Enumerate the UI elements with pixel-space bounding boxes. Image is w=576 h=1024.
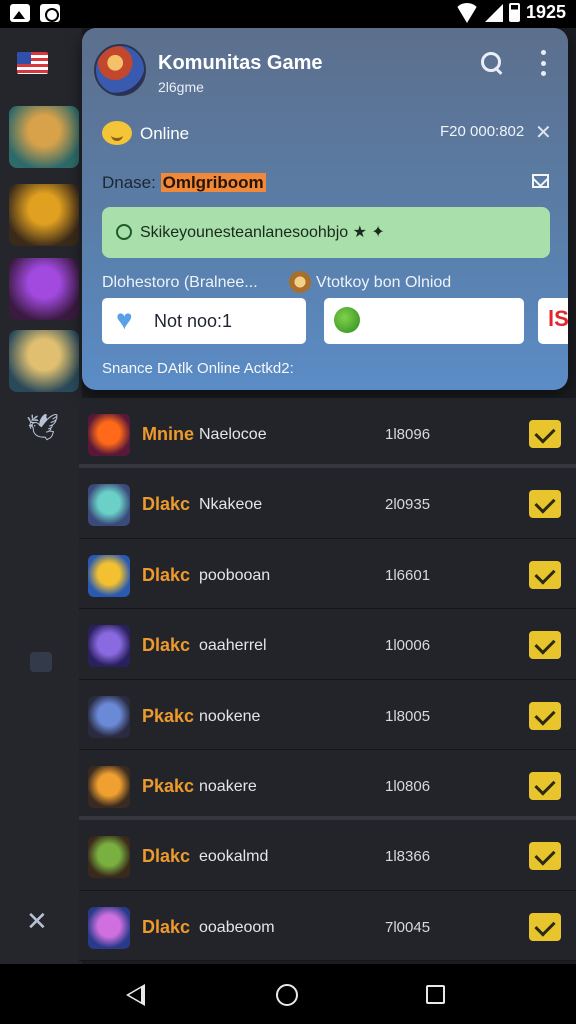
checkbox-checked-icon[interactable] (529, 912, 561, 941)
community-subtitle: 2l6gme (158, 79, 204, 95)
game-thumb (88, 625, 130, 668)
partial-box[interactable]: lS (538, 298, 568, 344)
name-value: Omlgriboom (160, 173, 266, 192)
checkbox-checked-icon[interactable] (529, 490, 561, 519)
home-icon[interactable] (276, 984, 298, 1006)
sidebar-game-thumb[interactable] (9, 184, 79, 246)
checkbox-checked-icon[interactable] (529, 560, 561, 589)
status-box-text: Not noo:1 (154, 311, 233, 331)
checkbox-checked-icon[interactable] (529, 420, 561, 448)
item-value: 1l0006 (385, 637, 431, 655)
item-value: 1l8005 (385, 707, 431, 725)
battery-icon (508, 3, 520, 22)
list-item[interactable]: Mnine Naelocoe 1l8096 (79, 398, 576, 469)
list-item[interactable]: Pkakc nookene 1l8005 (79, 679, 576, 750)
game-notification-icon (40, 4, 60, 22)
cross-icon[interactable]: ✕ (26, 906, 48, 937)
item-subtitle: ooabeoom (199, 918, 275, 936)
game-thumb (88, 906, 130, 949)
list-item[interactable]: Pkakc noakere 1l0806 (79, 749, 576, 821)
list-item[interactable]: Dlakc poobooan 1l6601 (79, 538, 576, 610)
item-subtitle: oaaherrel (199, 637, 267, 655)
more-options-icon[interactable] (538, 50, 548, 76)
item-subtitle: noakere (199, 777, 257, 795)
partial-box-text: lS (548, 306, 568, 331)
item-value: 1l8096 (385, 426, 431, 443)
checkbox-checked-icon[interactable] (529, 631, 561, 660)
bird-icon[interactable]: 🕊 (26, 412, 59, 443)
sidebar-square-icon[interactable] (30, 652, 52, 672)
status-time: 1925 (525, 2, 566, 22)
image-notification-icon (10, 4, 30, 22)
online-label: Online (140, 124, 190, 143)
community-title: Komunitas Game (158, 52, 323, 74)
wifi-icon (454, 2, 479, 23)
item-title: Dlakc (142, 494, 191, 515)
smiley-icon (102, 121, 132, 145)
recent-apps-icon[interactable] (426, 985, 445, 1004)
item-title: Pkakc (142, 775, 195, 796)
heart-icon (116, 304, 144, 336)
item-title: Pkakc (142, 705, 195, 726)
item-subtitle: Naelocoe (199, 426, 267, 443)
close-icon[interactable]: ✕ (535, 120, 552, 145)
item-title: Dlakc (142, 564, 191, 585)
back-icon[interactable] (126, 984, 145, 1006)
sidebar-game-thumb[interactable] (9, 106, 79, 168)
signal-icon (484, 3, 503, 22)
navigation-bar (0, 964, 576, 1024)
item-subtitle: Nkakeoe (199, 496, 263, 514)
cookie-icon (289, 271, 311, 293)
item-subtitle: eookalmd (199, 848, 269, 866)
mail-icon[interactable] (532, 174, 549, 188)
item-value: 1l6601 (385, 566, 431, 584)
game-box[interactable] (324, 298, 524, 344)
item-value: 1l8366 (385, 848, 431, 866)
checkbox-checked-icon[interactable] (529, 701, 561, 730)
game-thumb (88, 554, 130, 597)
item-value: 7l0045 (385, 918, 431, 936)
status-bar: 1925 (0, 0, 576, 28)
game-thumb (88, 695, 130, 738)
list-item[interactable]: Dlakc oaaherrel 1l0006 (79, 609, 576, 680)
list-item[interactable]: Dlakc eookalmd 1l8366 (79, 820, 576, 891)
name-label: Dnase: (102, 173, 156, 192)
item-title: Mnine (142, 424, 194, 444)
sidebar-game-thumb[interactable] (9, 330, 79, 392)
item-title: Dlakc (142, 846, 191, 867)
banner-text: Skikeyounesteanlanesoohbjo ★ ✦ (140, 224, 385, 241)
left-sidebar: 🕊 ✕ (0, 28, 82, 964)
item-value: 1l0806 (385, 777, 431, 795)
status-box[interactable]: Not noo:1 (102, 298, 306, 344)
card-footer-text: Snance DAtlk Online Actkd2: (102, 360, 294, 377)
section-right-label: Vtotkoy bon Olniod (316, 274, 452, 291)
item-title: Dlakc (142, 916, 191, 937)
green-ball-icon (334, 307, 360, 333)
item-subtitle: poobooan (199, 566, 271, 584)
game-thumb (88, 484, 130, 527)
notice-banner[interactable]: Skikeyounesteanlanesoohbjo ★ ✦ (102, 207, 550, 258)
community-avatar[interactable] (94, 44, 146, 96)
item-subtitle: nookene (199, 707, 261, 725)
stat-code: F20 000:802 (440, 123, 525, 140)
community-card: Komunitas Game 2l6gme Online F20 000:802… (82, 28, 568, 390)
list-item[interactable]: Dlakc ooabeoom 7l0045 (79, 890, 576, 962)
checkbox-checked-icon[interactable] (529, 771, 561, 800)
language-flag-icon[interactable] (17, 52, 48, 74)
item-value: 2l0935 (385, 496, 431, 514)
search-icon[interactable] (479, 50, 505, 76)
section-left-label: Dlohestoro (Bralnee... (102, 274, 258, 291)
checkbox-checked-icon[interactable] (529, 842, 561, 871)
name-row: Dnase: Omlgriboom (102, 173, 266, 193)
list-item[interactable]: Dlakc Nkakeoe 2l0935 (79, 468, 576, 539)
item-title: Dlakc (142, 635, 191, 656)
game-list: Mnine Naelocoe 1l8096 Dlakc Nkakeoe 2l0935 Dla… (79, 398, 576, 962)
game-thumb (88, 765, 130, 808)
sidebar-game-thumb[interactable] (9, 258, 79, 320)
game-thumb (88, 414, 130, 456)
game-thumb (88, 836, 130, 879)
check-circle-icon (116, 224, 132, 240)
